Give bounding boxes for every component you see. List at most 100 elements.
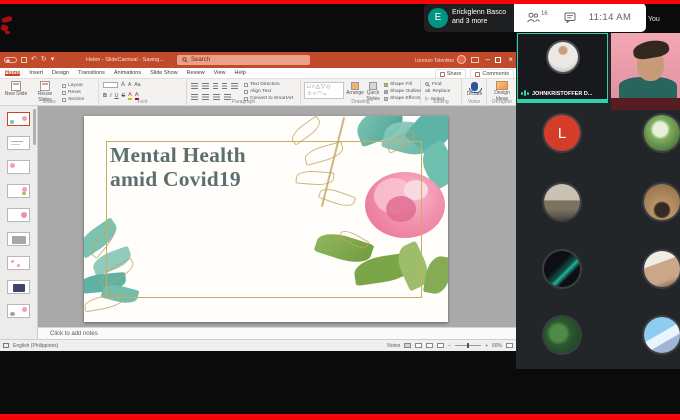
slide-thumbnail[interactable]	[7, 280, 30, 294]
zoom-level[interactable]: 50%	[492, 343, 502, 349]
bottom-red-border	[0, 414, 680, 420]
shape-outline-button[interactable]: Shape Outline	[384, 89, 421, 94]
search-box[interactable]: Search	[177, 55, 310, 65]
slide-thumbnail[interactable]	[7, 184, 30, 198]
zoom-in-icon[interactable]: +	[485, 343, 488, 349]
qat-dropdown-icon[interactable]: ▾	[51, 56, 55, 64]
grow-font-icon[interactable]: A	[121, 82, 125, 88]
save-icon[interactable]	[21, 57, 27, 63]
quick-styles-icon	[369, 82, 377, 90]
participant-avatar[interactable]	[544, 317, 580, 353]
slide-thumbnail[interactable]	[7, 208, 30, 222]
reset-button[interactable]: Reset	[62, 90, 81, 95]
slide-title[interactable]: Mental Health amid Covid19	[110, 143, 246, 191]
participant-avatar[interactable]	[544, 184, 580, 220]
slide-canvas[interactable]: Mental Health amid Covid19	[38, 106, 517, 327]
thumbnail-scrollbar[interactable]	[33, 109, 36, 145]
font-size-box[interactable]	[103, 82, 118, 88]
slideshow-view-icon[interactable]	[437, 343, 445, 348]
editor-area: Mental Health amid Covid19 Click to add …	[38, 106, 517, 339]
account-name[interactable]: Lorenzo Tolentino	[415, 58, 454, 64]
tab-design[interactable]: Design	[52, 70, 69, 76]
tab-review[interactable]: Review	[187, 70, 205, 76]
display-settings-icon[interactable]	[3, 343, 9, 348]
tab-animations[interactable]: Animations	[114, 70, 141, 76]
participant-avatar[interactable]	[644, 184, 680, 220]
dictate-button[interactable]: Dictate	[465, 82, 484, 98]
slide-sorter-view-icon[interactable]	[415, 343, 423, 348]
fit-to-window-icon[interactable]	[506, 343, 513, 348]
speaker-name: JOHNKRISTOFFER D...	[532, 91, 593, 97]
participant-avatar[interactable]	[644, 251, 680, 287]
account-avatar[interactable]	[457, 55, 466, 64]
shape-fill-button[interactable]: Shape Fill	[384, 82, 412, 87]
slide-thumbnail[interactable]	[7, 256, 30, 270]
ppt-statusbar: English (Philippines) Notes – + 50%	[0, 339, 517, 351]
indent-decrease-icon[interactable]	[213, 83, 218, 89]
line-spacing-icon[interactable]	[231, 83, 238, 89]
participant-avatar[interactable]: L	[544, 115, 580, 151]
shape-outline-icon	[384, 89, 388, 94]
slide-1[interactable]: Mental Health amid Covid19	[84, 116, 448, 322]
chat-icon[interactable]	[564, 12, 576, 23]
speaker-tile[interactable]: JOHNKRISTOFFER D...	[517, 33, 608, 103]
notes-pane[interactable]: Click to add notes	[38, 327, 517, 339]
participant-avatar[interactable]	[544, 251, 580, 287]
shrink-font-icon[interactable]: A	[128, 82, 131, 88]
attendee-initial: E	[434, 12, 442, 23]
new-slide-button[interactable]: New Slide	[3, 81, 29, 98]
slide-thumbnail[interactable]	[7, 112, 30, 126]
ppt-titlebar: ↶ ↻ ▾ Helen - SlideCarnival - Saving... …	[0, 52, 517, 68]
normal-view-icon[interactable]	[404, 343, 412, 348]
meeting-attendees-pill[interactable]: E Erickglenn Basco and 3 more	[424, 3, 514, 32]
share-button[interactable]: Share	[434, 69, 467, 79]
participants-button[interactable]: 16	[526, 11, 548, 23]
replace-button[interactable]: ab Replace	[425, 89, 450, 94]
bullets-icon[interactable]	[191, 83, 198, 89]
slide-thumbnail[interactable]	[7, 136, 30, 150]
find-button[interactable]: Find	[425, 82, 442, 87]
slide-thumbnail[interactable]	[7, 304, 30, 318]
arrange-icon	[351, 82, 359, 90]
slide-thumbnail[interactable]	[7, 232, 30, 246]
clear-format-icon[interactable]: Aa	[134, 82, 140, 88]
meet-status-pill: 16 11:14 AM	[514, 3, 646, 32]
comments-button[interactable]: Comments	[470, 69, 514, 79]
ribbon: New Slide Reuse Slides Layout Reset Sect…	[0, 79, 517, 106]
participant-avatar[interactable]	[644, 115, 680, 151]
numbering-icon[interactable]	[202, 83, 209, 89]
slide-thumbnail[interactable]	[7, 160, 30, 174]
tab-slide-show[interactable]: Slide Show	[150, 70, 178, 76]
tab-home[interactable]: Home	[5, 70, 20, 76]
tab-transitions[interactable]: Transitions	[78, 70, 105, 76]
restore-button[interactable]	[495, 57, 501, 63]
minimize-button[interactable]: –	[486, 55, 490, 64]
list-buttons-row	[191, 83, 238, 89]
participant-avatar[interactable]	[644, 317, 680, 353]
undo-icon[interactable]: ↶	[31, 56, 37, 64]
reuse-slides-icon	[40, 81, 50, 91]
indent-increase-icon[interactable]	[222, 83, 227, 89]
ribbon-display-options-icon[interactable]	[471, 57, 479, 63]
design-ideas-icon	[496, 81, 508, 90]
redo-icon[interactable]: ↻	[41, 56, 47, 64]
tab-insert[interactable]: Insert	[29, 70, 43, 76]
close-button[interactable]: ×	[508, 55, 513, 64]
tab-view[interactable]: View	[214, 70, 226, 76]
share-icon	[439, 71, 445, 77]
zoom-slider[interactable]	[455, 343, 482, 348]
notes-toggle[interactable]: Notes	[387, 343, 400, 349]
autosave-toggle[interactable]	[4, 57, 17, 63]
layout-button[interactable]: Layout	[62, 83, 83, 88]
self-video-tile[interactable]	[611, 33, 680, 110]
new-slide-icon	[11, 81, 21, 91]
slide-thumbnail-panel[interactable]	[0, 106, 38, 339]
text-direction-button[interactable]: Text Direction	[244, 82, 280, 87]
shape-gallery[interactable]: □○△▽◇ ☆○◠⌣	[304, 82, 344, 99]
align-text-button[interactable]: Align Text	[244, 89, 271, 94]
arrange-button[interactable]: Arrange	[346, 82, 364, 97]
reading-view-icon[interactable]	[426, 343, 434, 348]
zoom-out-icon[interactable]: –	[448, 343, 451, 349]
language-status[interactable]: English (Philippines)	[13, 343, 58, 349]
tab-help[interactable]: Help	[235, 70, 246, 76]
